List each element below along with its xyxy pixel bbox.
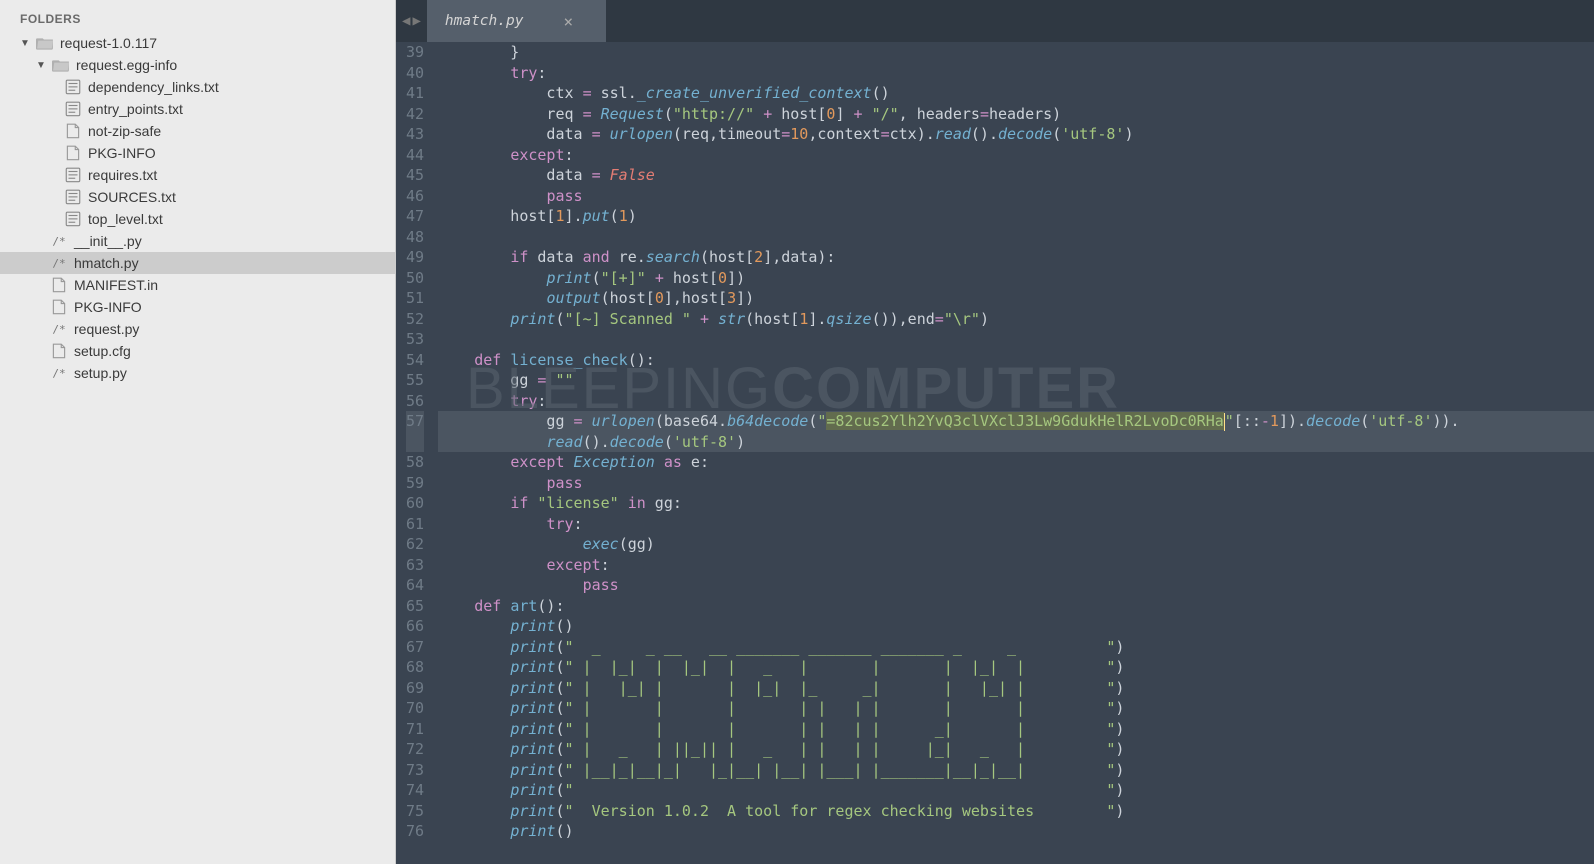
close-icon[interactable]: ×	[563, 12, 573, 31]
tree-item-label: setup.cfg	[74, 343, 131, 359]
folder-tree: ▼ request-1.0.117 ▼ request.egg-info depende…	[0, 32, 395, 384]
line-gutter: 3940414243444546474849505152535455565758…	[396, 42, 438, 864]
tree-item-pkg-info[interactable]: PKG-INFO	[0, 296, 395, 318]
file-icon	[50, 343, 68, 359]
tree-item-hmatch-py[interactable]: /* hmatch.py	[0, 252, 395, 274]
code-area[interactable]: 3940414243444546474849505152535455565758…	[396, 42, 1594, 864]
tree-item-sources-txt[interactable]: SOURCES.txt	[0, 186, 395, 208]
tree-item-setup-py[interactable]: /* setup.py	[0, 362, 395, 384]
tree-item-label: request.egg-info	[76, 57, 177, 73]
tree-item-label: PKG-INFO	[74, 299, 142, 315]
tree-item-top-level-txt[interactable]: top_level.txt	[0, 208, 395, 230]
py-icon: /*	[50, 255, 68, 271]
txt-icon	[64, 101, 82, 117]
py-icon: /*	[50, 233, 68, 249]
tab-filename: hmatch.py	[445, 13, 524, 29]
sidebar-header: FOLDERS	[0, 8, 395, 32]
tree-item-label: request-1.0.117	[60, 35, 157, 51]
tree-item-setup-cfg[interactable]: setup.cfg	[0, 340, 395, 362]
tree-item-label: not-zip-safe	[88, 123, 161, 139]
tree-item-label: hmatch.py	[74, 255, 139, 271]
code-content[interactable]: } try: ctx = ssl._create_unverified_cont…	[438, 42, 1594, 864]
txt-icon	[64, 189, 82, 205]
tree-item-label: request.py	[74, 321, 139, 337]
tree-item-requires-txt[interactable]: requires.txt	[0, 164, 395, 186]
tree-item-label: MANIFEST.in	[74, 277, 158, 293]
tree-item-label: entry_points.txt	[88, 101, 183, 117]
tree-item-not-zip-safe[interactable]: not-zip-safe	[0, 120, 395, 142]
tree-item-manifest-in[interactable]: MANIFEST.in	[0, 274, 395, 296]
tree-item-label: PKG-INFO	[88, 145, 156, 161]
tree-item-pkg-info[interactable]: PKG-INFO	[0, 142, 395, 164]
tree-item-label: setup.py	[74, 365, 127, 381]
chevron-down-icon: ▼	[36, 60, 48, 71]
tree-item-request-1-0-117[interactable]: ▼ request-1.0.117	[0, 32, 395, 54]
tab-hmatch[interactable]: hmatch.py ×	[427, 0, 607, 42]
tree-item---init---py[interactable]: /* __init__.py	[0, 230, 395, 252]
py-icon: /*	[50, 321, 68, 337]
tree-item-label: requires.txt	[88, 167, 157, 183]
tree-item-label: __init__.py	[74, 233, 142, 249]
sidebar: FOLDERS ▼ request-1.0.117 ▼ request.egg-inf…	[0, 0, 396, 864]
tab-nav-arrows: ◀ ▶	[396, 0, 427, 42]
txt-icon	[64, 79, 82, 95]
editor: ◀ ▶ hmatch.py × 394041424344454647484950…	[396, 0, 1594, 864]
file-icon	[64, 123, 82, 139]
file-icon	[50, 277, 68, 293]
tree-item-label: dependency_links.txt	[88, 79, 219, 95]
tree-item-label: top_level.txt	[88, 211, 163, 227]
folder-open-icon	[36, 35, 54, 51]
nav-back-icon[interactable]: ◀	[402, 13, 410, 29]
py-icon: /*	[50, 365, 68, 381]
tree-item-request-py[interactable]: /* request.py	[0, 318, 395, 340]
tab-bar: ◀ ▶ hmatch.py ×	[396, 0, 1594, 42]
tree-item-dependency-links-txt[interactable]: dependency_links.txt	[0, 76, 395, 98]
txt-icon	[64, 211, 82, 227]
tree-item-request-egg-info[interactable]: ▼ request.egg-info	[0, 54, 395, 76]
file-icon	[50, 299, 68, 315]
txt-icon	[64, 167, 82, 183]
nav-forward-icon[interactable]: ▶	[412, 13, 420, 29]
chevron-down-icon: ▼	[20, 38, 32, 49]
tree-item-label: SOURCES.txt	[88, 189, 176, 205]
file-icon	[64, 145, 82, 161]
tree-item-entry-points-txt[interactable]: entry_points.txt	[0, 98, 395, 120]
folder-open-icon	[52, 57, 70, 73]
